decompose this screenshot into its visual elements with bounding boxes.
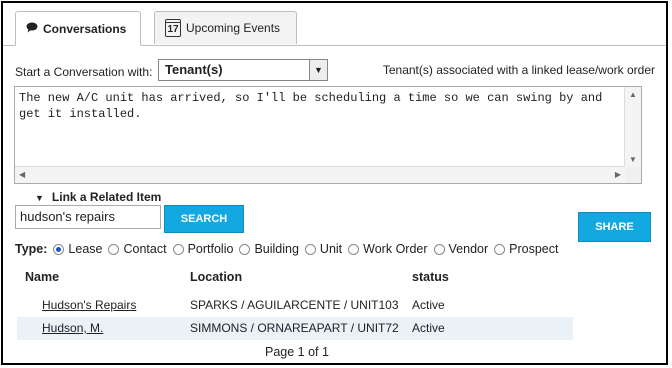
message-textarea[interactable]: The new A/C unit has arrived, so I'll be… bbox=[14, 86, 642, 184]
type-filter: Type: Lease Contact Portfolio Building U… bbox=[15, 240, 563, 258]
radio-selected-icon[interactable] bbox=[53, 243, 65, 255]
result-status: Active bbox=[412, 298, 445, 312]
option-label: Work Order bbox=[363, 242, 428, 256]
type-option-lease[interactable]: Lease bbox=[51, 242, 102, 256]
radio-icon[interactable] bbox=[494, 243, 506, 255]
pagination-label: Page 1 of 1 bbox=[265, 345, 329, 359]
scroll-down-arrow-icon[interactable]: ▼ bbox=[629, 155, 637, 164]
result-name-link[interactable]: Hudson, M. bbox=[42, 321, 103, 335]
tab-conversations[interactable]: Conversations bbox=[15, 11, 141, 46]
scroll-left-arrow-icon[interactable]: ◀ bbox=[19, 170, 25, 179]
option-label: Building bbox=[254, 242, 299, 256]
type-option-unit[interactable]: Unit bbox=[303, 242, 342, 256]
results-table: Name Location status Hudson's Repairs SP… bbox=[17, 266, 573, 340]
option-label: Contact bbox=[123, 242, 167, 256]
calendar-icon: 17 bbox=[165, 19, 181, 37]
message-text[interactable]: The new A/C unit has arrived, so I'll be… bbox=[19, 90, 619, 122]
start-conversation-label: Start a Conversation with: bbox=[15, 65, 153, 79]
table-row[interactable]: Hudson's Repairs SPARKS / AGUILARCENTE /… bbox=[17, 294, 573, 317]
related-search-input[interactable]: hudson's repairs bbox=[15, 205, 161, 229]
column-header-location: Location bbox=[190, 270, 243, 284]
result-name-link[interactable]: Hudson's Repairs bbox=[42, 298, 136, 312]
scroll-right-arrow-icon[interactable]: ▶ bbox=[615, 170, 621, 179]
option-label: Lease bbox=[68, 242, 103, 256]
radio-icon[interactable] bbox=[239, 243, 251, 255]
type-option-prospect[interactable]: Prospect bbox=[492, 242, 559, 256]
recipient-select[interactable]: Tenant(s) ▼ bbox=[158, 59, 328, 81]
vertical-scrollbar[interactable]: ▲ ▼ bbox=[624, 87, 641, 167]
link-related-label: Link a Related Item bbox=[51, 190, 162, 204]
scroll-up-arrow-icon[interactable]: ▲ bbox=[629, 90, 637, 99]
option-label: Prospect bbox=[509, 242, 559, 256]
type-label: Type: bbox=[15, 242, 48, 256]
link-related-toggle[interactable]: ▼ Link a Related Item bbox=[35, 190, 161, 204]
recipient-selected-value: Tenant(s) bbox=[165, 62, 223, 77]
tab-upcoming-events[interactable]: 17 Upcoming Events bbox=[154, 11, 297, 44]
radio-icon[interactable] bbox=[433, 243, 445, 255]
recipient-note: Tenant(s) associated with a linked lease… bbox=[382, 63, 655, 77]
type-option-contact[interactable]: Contact bbox=[106, 242, 167, 256]
tab-label: Conversations bbox=[43, 21, 127, 36]
type-option-work-order[interactable]: Work Order bbox=[346, 242, 428, 256]
horizontal-scrollbar[interactable]: ◀ ▶ bbox=[15, 166, 625, 183]
result-location: SPARKS / AGUILARCENTE / UNIT103 bbox=[190, 298, 399, 312]
option-label: Portfolio bbox=[187, 242, 234, 256]
tab-label: Upcoming Events bbox=[186, 21, 281, 35]
radio-icon[interactable] bbox=[172, 243, 184, 255]
table-row[interactable]: Hudson, M. SIMMONS / ORNAREAPART / UNIT7… bbox=[17, 317, 573, 340]
type-option-vendor[interactable]: Vendor bbox=[432, 242, 489, 256]
conversation-panel: Conversations 17 Upcoming Events Start a… bbox=[1, 1, 668, 365]
radio-icon[interactable] bbox=[348, 243, 360, 255]
dropdown-arrow-icon[interactable]: ▼ bbox=[309, 60, 327, 80]
column-header-name: Name bbox=[25, 270, 60, 284]
table-header: Name Location status bbox=[17, 266, 573, 288]
tab-strip: Conversations 17 Upcoming Events bbox=[3, 3, 666, 46]
caret-down-icon: ▼ bbox=[35, 193, 44, 203]
type-option-building[interactable]: Building bbox=[237, 242, 299, 256]
recipient-row: Start a Conversation with: Tenant(s) ▼ T… bbox=[15, 59, 655, 83]
result-location: SIMMONS / ORNAREAPART / UNIT72 bbox=[190, 321, 399, 335]
column-header-status: status bbox=[412, 270, 449, 284]
radio-icon[interactable] bbox=[108, 243, 120, 255]
option-label: Vendor bbox=[448, 242, 489, 256]
scrollbar-corner bbox=[625, 167, 641, 183]
share-button[interactable]: SHARE bbox=[578, 212, 651, 242]
result-status: Active bbox=[412, 321, 445, 335]
option-label: Unit bbox=[319, 242, 343, 256]
type-option-portfolio[interactable]: Portfolio bbox=[171, 242, 234, 256]
speech-bubble-icon bbox=[26, 22, 38, 36]
radio-icon[interactable] bbox=[304, 243, 316, 255]
search-button[interactable]: SEARCH bbox=[164, 205, 244, 233]
